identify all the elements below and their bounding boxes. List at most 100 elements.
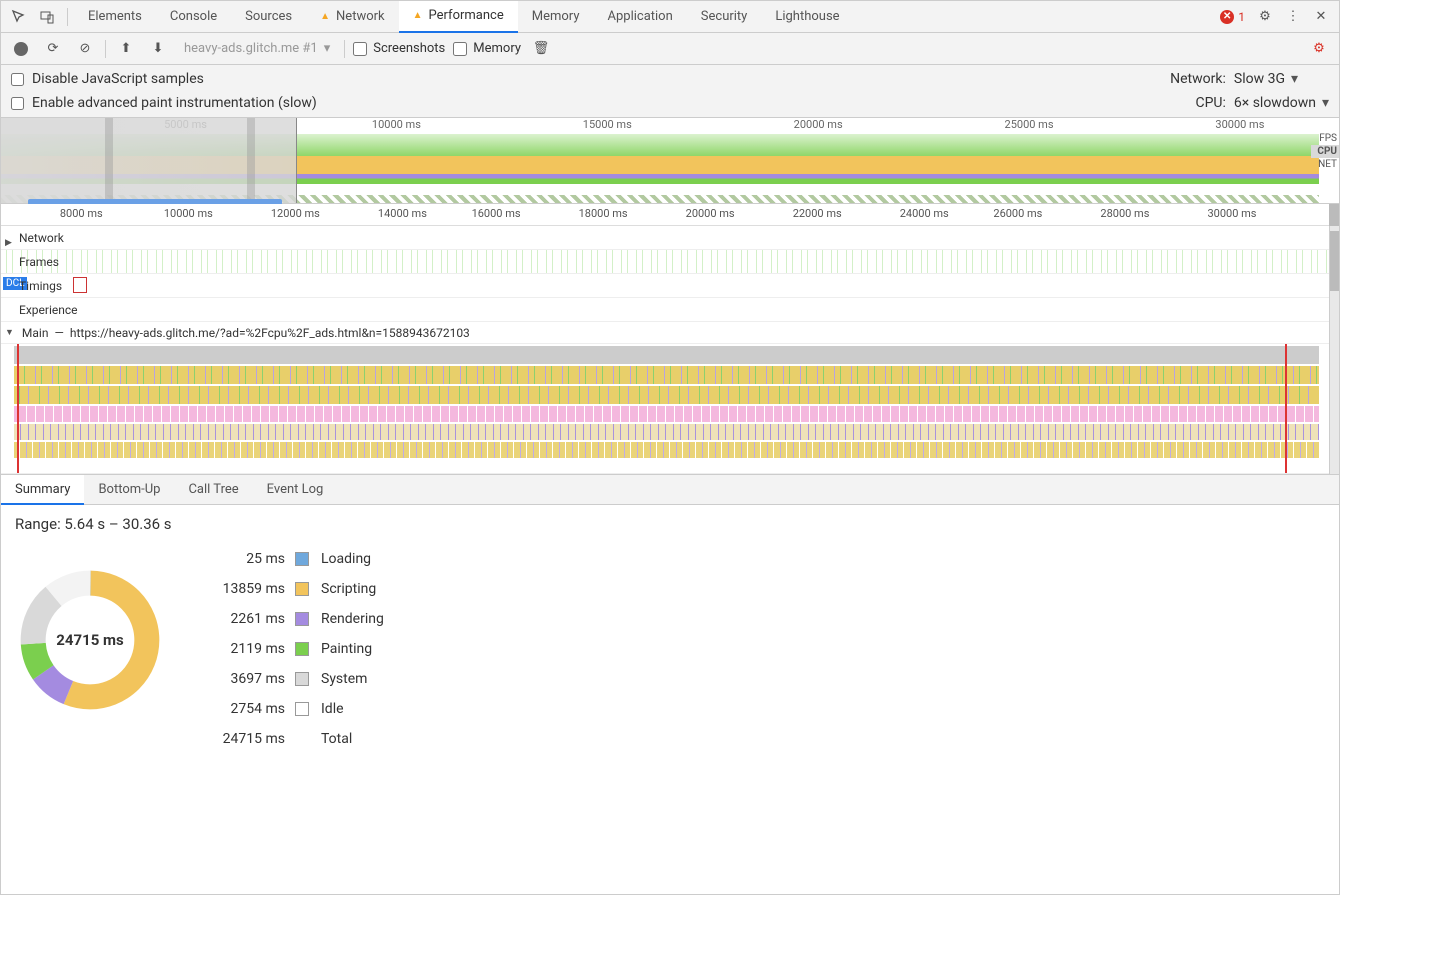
overview-handle-left[interactable] [105, 118, 113, 203]
inspect-icon[interactable] [5, 3, 33, 31]
tab-application[interactable]: Application [593, 1, 686, 33]
details-tab-call-tree[interactable]: Call Tree [174, 475, 252, 505]
overview-tick: 30000 ms [1215, 118, 1264, 131]
trash-icon[interactable]: 🗑 [529, 37, 553, 61]
legend-label: Scripting [321, 581, 384, 597]
disable-js-input[interactable] [11, 73, 24, 86]
flame-chart[interactable] [1, 344, 1339, 474]
recording-selector[interactable]: heavy-ads.glitch.me #1 ▾ [178, 41, 336, 56]
clear-icon[interactable]: ⊘ [73, 37, 97, 61]
summary-donut: 24715 ms [15, 565, 165, 715]
error-count: 1 [1238, 10, 1245, 24]
legend-swatch [295, 552, 309, 566]
main-url: https://heavy-ads.glitch.me/?ad=%2Fcpu%2… [70, 326, 470, 340]
details-tabbar: SummaryBottom-UpCall TreeEvent Log [1, 475, 1339, 505]
ruler-tick: 24000 ms [900, 207, 949, 220]
disable-js-checkbox[interactable]: Disable JavaScript samples [11, 71, 1126, 87]
long-task-marker [17, 344, 19, 473]
track-main-header[interactable]: Main — https://heavy-ads.glitch.me/?ad=%… [1, 322, 1339, 344]
tab-sources[interactable]: Sources [231, 1, 306, 33]
tab-lighthouse[interactable]: Lighthouse [761, 1, 853, 33]
summary-legend: 25 msLoading13859 msScripting2261 msRend… [205, 551, 384, 747]
flame-row[interactable] [14, 442, 1319, 458]
legend-ms: 2754 ms [205, 701, 285, 717]
flame-row[interactable] [14, 424, 1319, 440]
settings-gear-icon[interactable]: ⚙ [1307, 37, 1331, 61]
tab-console[interactable]: Console [156, 1, 231, 33]
separator [67, 8, 68, 26]
legend-total-ms: 24715 ms [205, 731, 285, 747]
track-timings[interactable]: Timings DCL [1, 274, 1339, 298]
flame-row[interactable] [14, 366, 1319, 384]
screenshots-input[interactable] [353, 42, 367, 56]
close-icon[interactable]: ✕ [1307, 3, 1335, 31]
legend-ms: 3697 ms [205, 671, 285, 687]
ruler-tick: 30000 ms [1207, 207, 1256, 220]
devtools-tabbar: ElementsConsoleSourcesNetworkPerformance… [1, 1, 1339, 33]
ruler-tick: 20000 ms [686, 207, 735, 220]
legend-swatch [295, 612, 309, 626]
tab-security[interactable]: Security [687, 1, 762, 33]
tab-memory[interactable]: Memory [518, 1, 594, 33]
details-tab-bottom-up[interactable]: Bottom-Up [84, 475, 174, 505]
legend-label: System [321, 671, 384, 687]
overview-tick: 15000 ms [583, 118, 632, 131]
network-throttle-select[interactable]: Network: Slow 3G [1156, 71, 1329, 87]
overview-tick: 10000 ms [372, 118, 421, 131]
details-tab-event-log[interactable]: Event Log [253, 475, 338, 505]
screenshots-checkbox[interactable]: Screenshots [353, 41, 445, 56]
error-badge[interactable]: ✕ 1 [1220, 10, 1245, 24]
flame-row[interactable] [14, 386, 1319, 404]
overview-timeline[interactable]: 5000 ms10000 ms15000 ms20000 ms25000 ms3… [1, 118, 1339, 204]
legend-ms: 2119 ms [205, 641, 285, 657]
ruler-tick: 12000 ms [271, 207, 320, 220]
flame-row[interactable] [14, 406, 1319, 422]
details-tab-summary[interactable]: Summary [1, 475, 84, 505]
kebab-icon[interactable]: ⋮ [1279, 3, 1307, 31]
cpu-throttle-select[interactable]: CPU: 6× slowdown [1156, 95, 1329, 111]
reload-icon[interactable]: ⟳ [41, 37, 65, 61]
ruler-tick: 18000 ms [579, 207, 628, 220]
tracks-vscroll[interactable] [1329, 226, 1339, 474]
legend-label: Loading [321, 551, 384, 567]
device-toggle-icon[interactable] [33, 3, 61, 31]
ruler-tick: 22000 ms [793, 207, 842, 220]
flame-row[interactable] [14, 346, 1319, 364]
gear-icon[interactable]: ⚙ [1251, 3, 1279, 31]
paint-input[interactable] [11, 97, 24, 110]
download-icon[interactable]: ⬇ [146, 37, 170, 61]
track-frames[interactable]: Frames [1, 250, 1339, 274]
flame-ruler[interactable]: 8000 ms10000 ms12000 ms14000 ms16000 ms1… [1, 204, 1339, 226]
tab-network[interactable]: Network [306, 1, 399, 33]
legend-ms: 25 ms [205, 551, 285, 567]
overview-tick: 20000 ms [794, 118, 843, 131]
tab-performance[interactable]: Performance [399, 1, 518, 33]
memory-checkbox[interactable]: Memory [453, 41, 521, 56]
ruler-tick: 28000 ms [1100, 207, 1149, 220]
ruler-tick: 26000 ms [993, 207, 1042, 220]
range-header: Range: 5.64 s – 30.36 s [1, 505, 1339, 533]
legend-total-label: Total [321, 731, 384, 747]
legend-label: Rendering [321, 611, 384, 627]
capture-settings: Disable JavaScript samples Network: Slow… [1, 65, 1339, 118]
legend-swatch [295, 672, 309, 686]
record-button[interactable] [9, 37, 33, 61]
overview-fps-label: FPS [1311, 132, 1339, 145]
donut-center-total: 24715 ms [15, 565, 165, 715]
frames-strip [6, 250, 1329, 273]
legend-ms: 2261 ms [205, 611, 285, 627]
memory-input[interactable] [453, 42, 467, 56]
track-network[interactable]: Network [1, 226, 1339, 250]
overview-handle-inner[interactable] [247, 118, 255, 203]
overview-tick: 25000 ms [1005, 118, 1054, 131]
paint-instrumentation-checkbox[interactable]: Enable advanced paint instrumentation (s… [11, 95, 1126, 111]
warning-icon [413, 0, 423, 32]
tracks-panel: Network Frames Timings DCL Experience Ma… [1, 226, 1339, 475]
upload-icon[interactable]: ⬆ [114, 37, 138, 61]
perf-toolbar: ⟳ ⊘ ⬆ ⬇ heavy-ads.glitch.me #1 ▾ Screens… [1, 33, 1339, 65]
tab-elements[interactable]: Elements [74, 1, 156, 33]
summary-panel: 24715 ms 25 msLoading13859 msScripting22… [1, 533, 1339, 759]
track-experience[interactable]: Experience [1, 298, 1339, 322]
legend-swatch [295, 642, 309, 656]
recording-name: heavy-ads.glitch.me #1 [184, 41, 318, 56]
